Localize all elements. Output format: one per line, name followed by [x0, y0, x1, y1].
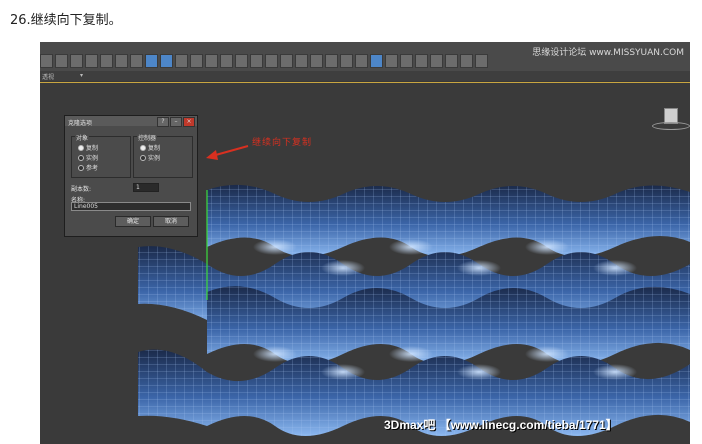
bottom-watermark: 3Dmax吧 【www.linecg.com/tieba/1771】 — [384, 418, 618, 432]
name-input[interactable]: Line005 — [71, 202, 191, 211]
radio-label: 实例 — [86, 155, 99, 162]
max-screenshot: 思缘设计论坛 www.MISSYUAN.COM 透视 ▾ 继续向下复制 克隆选项… — [40, 42, 690, 444]
arrow-icon — [206, 145, 249, 160]
wave-geometry — [138, 145, 690, 436]
cancel-button[interactable]: 取消 — [153, 216, 189, 227]
controller-group-title: 控制器 — [137, 133, 158, 142]
copies-spinner[interactable]: 1 — [133, 183, 159, 192]
radio-controller-instance[interactable]: 实例 — [140, 153, 160, 162]
radio-label: 复制 — [148, 145, 161, 152]
dialog-titlebar[interactable]: 克隆选项 ? – × — [65, 116, 197, 127]
copies-label: 副本数: — [71, 186, 92, 193]
dialog-title: 克隆选项 — [68, 120, 93, 127]
radio-label: 参考 — [86, 165, 99, 172]
radio-label: 复制 — [86, 145, 99, 152]
radio-instance[interactable]: 实例 — [78, 153, 98, 162]
annotation-text: 继续向下复制 — [252, 138, 313, 148]
radio-reference[interactable]: 参考 — [78, 163, 98, 172]
ok-button[interactable]: 确定 — [115, 216, 151, 227]
controller-group: 控制器 复制 实例 — [133, 133, 193, 178]
radio-copy[interactable]: 复制 — [78, 143, 98, 152]
object-group: 对象 复制 实例 参考 — [71, 133, 131, 178]
object-group-title: 对象 — [75, 133, 90, 142]
close-button[interactable]: × — [183, 117, 195, 127]
clone-options-dialog: 克隆选项 ? – × 对象 复制 实例 参考 控制器 复制 实例 副本数: 1 … — [64, 115, 198, 237]
help-button[interactable]: ? — [157, 117, 169, 127]
minimize-button[interactable]: – — [170, 117, 182, 127]
step-caption: 26.继续向下复制。 — [10, 13, 122, 28]
dialog-window-buttons: ? – × — [157, 117, 195, 127]
radio-label: 实例 — [148, 155, 161, 162]
radio-controller-copy[interactable]: 复制 — [140, 143, 160, 152]
